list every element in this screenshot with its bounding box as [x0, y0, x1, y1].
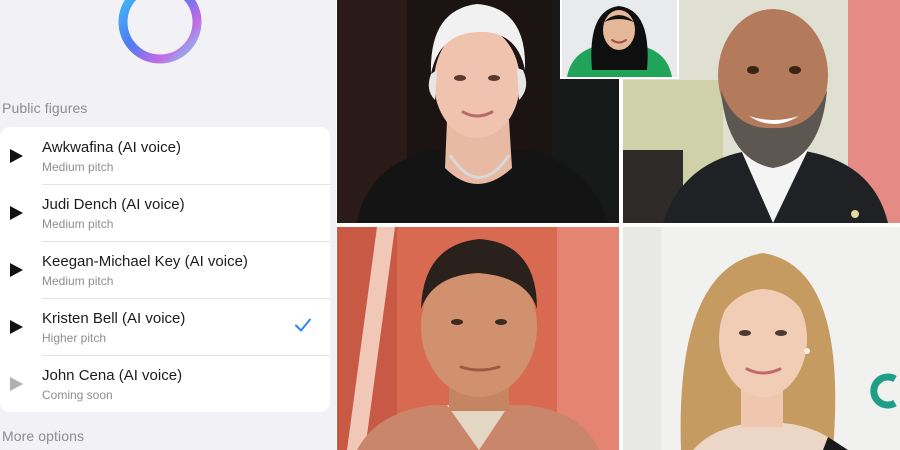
play-icon[interactable] — [10, 263, 23, 277]
voice-option-judi-dench[interactable]: Judi Dench (AI voice) Medium pitch — [0, 184, 330, 241]
voice-name: Judi Dench (AI voice) — [42, 196, 185, 213]
section-title-more-options[interactable]: More options — [2, 428, 84, 444]
play-icon[interactable] — [10, 320, 23, 334]
voice-option-awkwafina[interactable]: Awkwafina (AI voice) Medium pitch — [0, 127, 330, 184]
voice-name: Awkwafina (AI voice) — [42, 139, 181, 156]
voice-pitch: Higher pitch — [42, 331, 107, 345]
voice-option-john-cena[interactable]: John Cena (AI voice) Coming soon — [0, 355, 330, 412]
play-icon[interactable] — [10, 149, 23, 163]
voice-status: Coming soon — [42, 388, 113, 402]
voice-option-kristen-bell[interactable]: Kristen Bell (AI voice) Higher pitch — [0, 298, 330, 355]
voice-pitch: Medium pitch — [42, 217, 114, 231]
voice-pitch: Medium pitch — [42, 160, 114, 174]
section-title-public-figures: Public figures — [2, 100, 88, 116]
photo-kristen-bell — [623, 227, 900, 450]
voice-name: Keegan-Michael Key (AI voice) — [42, 253, 248, 270]
voice-list: Awkwafina (AI voice) Medium pitch Judi D… — [0, 127, 330, 412]
voice-name: John Cena (AI voice) — [42, 367, 183, 384]
voice-settings-panel: Public figures Awkwafina (AI voice) Medi… — [0, 0, 336, 450]
photo-awkwafina — [560, 0, 679, 79]
voice-option-keegan-michael-key[interactable]: Keegan-Michael Key (AI voice) Medium pit… — [0, 241, 330, 298]
checkmark-icon — [295, 318, 311, 332]
voice-pitch: Medium pitch — [42, 274, 114, 288]
play-icon — [10, 377, 23, 391]
play-icon[interactable] — [10, 206, 23, 220]
photo-john-cena — [337, 227, 619, 450]
voice-name: Kristen Bell (AI voice) — [42, 310, 186, 327]
meta-ai-ring-icon — [118, 0, 202, 64]
